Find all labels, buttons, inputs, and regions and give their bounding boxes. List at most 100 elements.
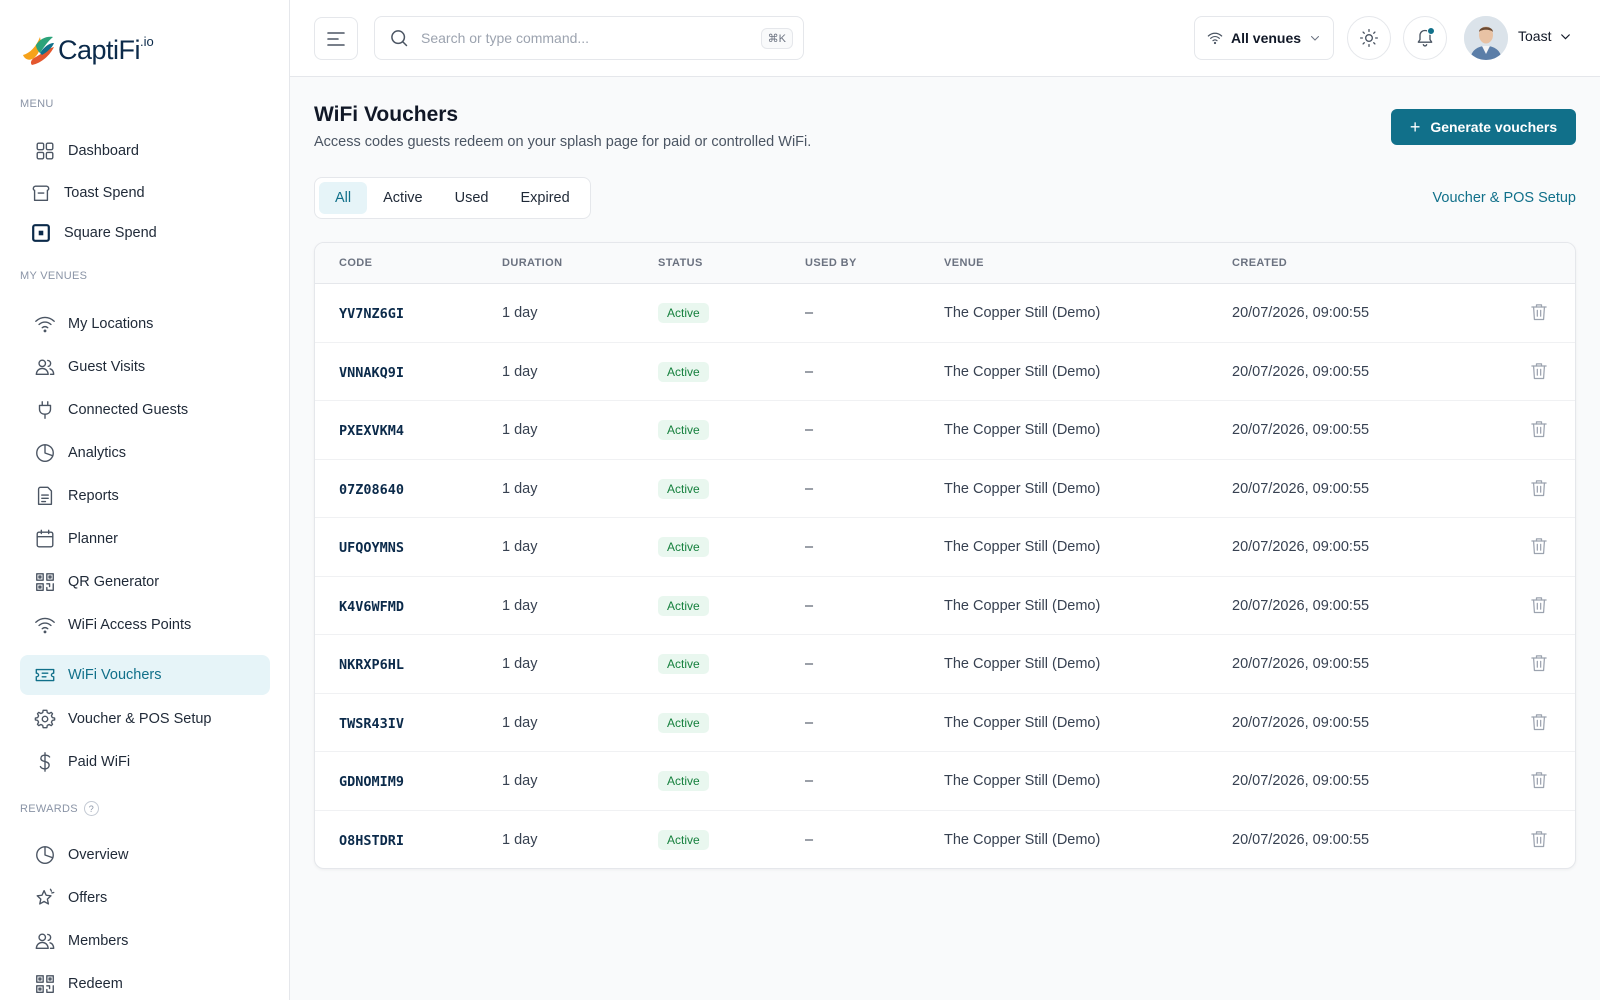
column-header-duration[interactable]: DURATION bbox=[502, 257, 562, 269]
voucher-pos-setup-link[interactable]: Voucher & POS Setup bbox=[1433, 190, 1576, 206]
grid-icon bbox=[34, 140, 56, 162]
table-row[interactable]: TWSR43IV 1 day Active – The Copper Still (De… bbox=[315, 694, 1575, 752]
delete-voucher-button[interactable] bbox=[1529, 769, 1549, 791]
voucher-used-by: – bbox=[805, 539, 814, 555]
sidebar-item-voucher-pos-setup[interactable]: Voucher & POS Setup bbox=[20, 699, 270, 739]
sidebar-item-my-locations[interactable]: My Locations bbox=[20, 304, 270, 344]
main-content: WiFi Vouchers Access codes guests redeem… bbox=[290, 77, 1600, 1000]
column-header-created[interactable]: CREATED bbox=[1232, 257, 1287, 269]
sidebar-item-overview[interactable]: Overview bbox=[20, 835, 270, 875]
voucher-used-by: – bbox=[805, 773, 814, 789]
square-icon bbox=[30, 222, 52, 244]
sidebar-item-connected-guests[interactable]: Connected Guests bbox=[20, 390, 270, 430]
status-badge: Active bbox=[658, 478, 709, 499]
sidebar-item-label: WiFi Access Points bbox=[68, 617, 192, 633]
voucher-used-by: – bbox=[805, 305, 814, 321]
delete-voucher-button[interactable] bbox=[1529, 535, 1549, 557]
brand-logo[interactable]: CaptiFi .io bbox=[20, 30, 154, 70]
tab-expired[interactable]: Expired bbox=[504, 182, 585, 214]
user-avatar-icon bbox=[1464, 16, 1508, 60]
sidebar-item-members[interactable]: Members bbox=[20, 921, 270, 961]
voucher-created: 20/07/2026, 09:00:55 bbox=[1232, 539, 1370, 555]
table-row[interactable]: O8HSTDRI 1 day Active – The Copper Still (De… bbox=[315, 811, 1575, 869]
notifications-button[interactable] bbox=[1403, 16, 1447, 60]
tab-used[interactable]: Used bbox=[439, 182, 505, 214]
venue-select[interactable]: All venues bbox=[1194, 16, 1334, 60]
page-subtitle: Access codes guests redeem on your splas… bbox=[314, 134, 812, 150]
sidebar-item-wifi-vouchers[interactable]: WiFi Vouchers bbox=[20, 655, 270, 695]
delete-voucher-button[interactable] bbox=[1529, 828, 1549, 850]
sidebar-item-paid-wifi[interactable]: Paid WiFi bbox=[20, 742, 270, 782]
sidebar-toggle-button[interactable] bbox=[314, 17, 358, 60]
trash-icon bbox=[1529, 538, 1549, 561]
trash-icon bbox=[1529, 421, 1549, 444]
sidebar-item-planner[interactable]: Planner bbox=[20, 519, 270, 559]
trash-icon bbox=[1529, 304, 1549, 327]
gear-icon bbox=[34, 708, 56, 730]
section-label-my-venues: MY VENUES bbox=[20, 270, 88, 282]
delete-voucher-button[interactable] bbox=[1529, 477, 1549, 499]
tab-active[interactable]: Active bbox=[367, 182, 439, 214]
voucher-created: 20/07/2026, 09:00:55 bbox=[1232, 831, 1370, 848]
trash-icon bbox=[1529, 479, 1549, 503]
delete-voucher-button[interactable] bbox=[1529, 360, 1549, 382]
voucher-used-by: – bbox=[805, 714, 814, 731]
table-row[interactable]: PXEXVKM4 1 day Active – The Copper Still (De… bbox=[315, 401, 1575, 460]
sun-icon bbox=[1360, 29, 1378, 47]
sidebar-item-dashboard[interactable]: Dashboard bbox=[20, 131, 270, 171]
sidebar-item-label: Guest Visits bbox=[68, 359, 146, 375]
voucher-duration: 1 day bbox=[502, 422, 538, 438]
bird-logo-icon bbox=[23, 36, 54, 65]
sidebar-item-offers[interactable]: Offers bbox=[20, 878, 270, 918]
sidebar-item-analytics[interactable]: Analytics bbox=[20, 433, 270, 473]
delete-voucher-button[interactable] bbox=[1529, 711, 1549, 733]
table-row[interactable]: GDNOMIM9 1 day Active – The Copper Still (De… bbox=[315, 752, 1575, 811]
sidebar-item-toast-spend[interactable]: Toast Spend bbox=[20, 173, 270, 213]
column-header-used-by[interactable]: USED BY bbox=[805, 257, 857, 269]
sidebar-item-redeem[interactable]: Redeem bbox=[20, 964, 270, 1000]
dollar-icon bbox=[34, 751, 56, 773]
sidebar-item-square-spend[interactable]: Square Spend bbox=[20, 213, 270, 253]
column-header-status[interactable]: STATUS bbox=[658, 257, 703, 269]
tab-all[interactable]: All bbox=[319, 182, 368, 214]
delete-voucher-button[interactable] bbox=[1529, 594, 1549, 616]
table-row[interactable]: UFQOYMNS 1 day Active – The Copper Still (De… bbox=[315, 518, 1575, 577]
column-header-venue[interactable]: VENUE bbox=[944, 257, 984, 269]
search-input[interactable] bbox=[421, 30, 761, 46]
search-shortcut-hint: ⌘K bbox=[760, 27, 793, 49]
section-label-text: REWARDS bbox=[20, 802, 78, 815]
voucher-code: PXEXVKM4 bbox=[339, 423, 405, 439]
delete-voucher-button[interactable] bbox=[1529, 652, 1549, 674]
user-menu[interactable]: Toast bbox=[1518, 28, 1572, 44]
status-badge: Active bbox=[658, 829, 709, 850]
voucher-used-by: – bbox=[805, 656, 814, 672]
theme-toggle-button[interactable] bbox=[1347, 16, 1391, 60]
delete-voucher-button[interactable] bbox=[1529, 418, 1549, 440]
sidebar-item-guest-visits[interactable]: Guest Visits bbox=[20, 347, 270, 387]
brand-suffix: .io bbox=[140, 33, 154, 49]
table-row[interactable]: 07Z08640 1 day Active – The Copper Still (De… bbox=[315, 460, 1575, 518]
table-row[interactable]: K4V6WFMD 1 day Active – The Copper Still (De… bbox=[315, 577, 1575, 635]
column-header-code[interactable]: CODE bbox=[339, 257, 372, 269]
plus-icon: + bbox=[1409, 117, 1421, 137]
avatar[interactable] bbox=[1464, 16, 1508, 60]
voucher-venue: The Copper Still (Demo) bbox=[944, 597, 1101, 614]
sidebar-item-reports[interactable]: Reports bbox=[20, 476, 270, 516]
sidebar-item-qr-generator[interactable]: QR Generator bbox=[20, 562, 270, 602]
delete-voucher-button[interactable] bbox=[1529, 301, 1549, 323]
wifi-icon bbox=[34, 313, 56, 335]
search-box: ⌘K bbox=[374, 16, 804, 60]
voucher-duration: 1 day bbox=[502, 656, 538, 672]
voucher-created: 20/07/2026, 09:00:55 bbox=[1232, 363, 1370, 380]
sidebar-item-wifi-access-points[interactable]: WiFi Access Points bbox=[20, 605, 270, 645]
table-row[interactable]: NKRXP6HL 1 day Active – The Copper Still (De… bbox=[315, 635, 1575, 694]
trash-icon bbox=[1529, 713, 1549, 737]
generate-vouchers-button[interactable]: + Generate vouchers bbox=[1391, 109, 1576, 145]
voucher-duration: 1 day bbox=[502, 831, 538, 848]
table-row[interactable]: VNNAKQ9I 1 day Active – The Copper Still (De… bbox=[315, 343, 1575, 401]
trash-icon bbox=[1529, 655, 1549, 678]
help-icon[interactable]: ? bbox=[83, 801, 99, 816]
pie-chart-icon bbox=[34, 844, 56, 866]
table-row[interactable]: YV7NZ6GI 1 day Active – The Copper Still (De… bbox=[315, 284, 1575, 343]
document-icon bbox=[34, 485, 56, 507]
